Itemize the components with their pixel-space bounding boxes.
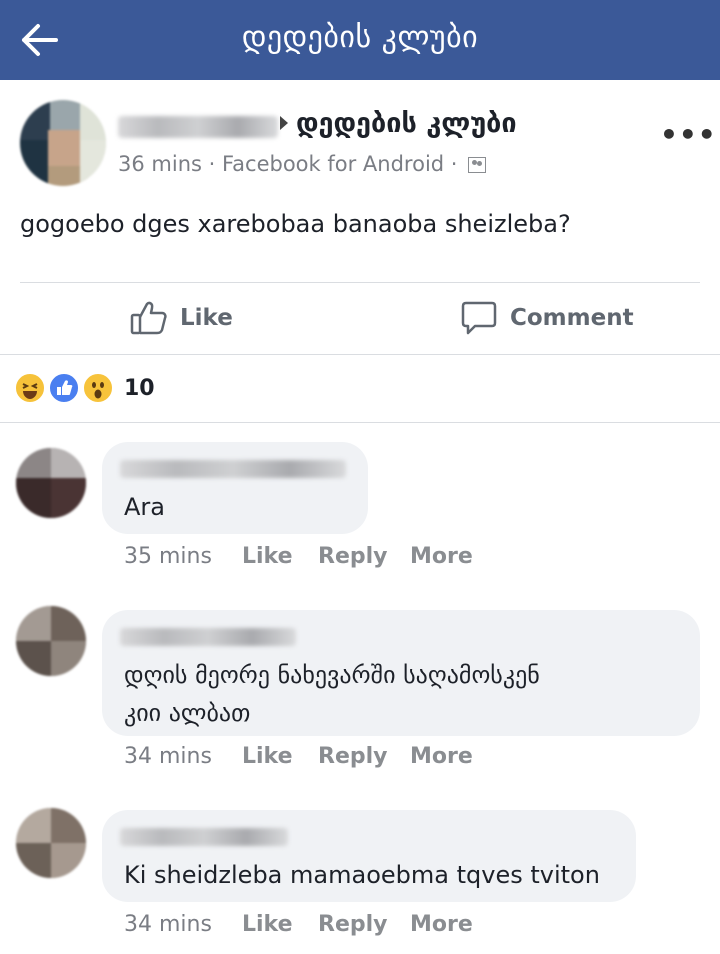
divider bbox=[0, 422, 720, 423]
divider bbox=[0, 354, 720, 355]
comment-like-button[interactable]: Like bbox=[242, 544, 293, 569]
commenter-avatar[interactable] bbox=[16, 448, 86, 518]
reactions-summary[interactable]: 10 bbox=[14, 370, 214, 406]
commenter-name-blurred[interactable] bbox=[120, 628, 296, 646]
more-dots-icon[interactable]: ••• bbox=[660, 118, 717, 151]
comment-text-line-1: დღის მეორე ნახევარში საღამოსკენ bbox=[124, 661, 540, 689]
reaction-count: 10 bbox=[124, 376, 155, 401]
comment-text-line-2: კიი ალბათ bbox=[124, 699, 251, 727]
comment-bubble[interactable]: დღის მეორე ნახევარში საღამოსკენ კიი ალბა… bbox=[102, 610, 700, 736]
page-title: დედების კლუბი bbox=[241, 20, 479, 55]
commenter-avatar[interactable] bbox=[16, 606, 86, 676]
post-author-avatar[interactable] bbox=[20, 100, 106, 186]
comment-reply-button[interactable]: Reply bbox=[318, 912, 388, 937]
comment-reply-button[interactable]: Reply bbox=[318, 744, 388, 769]
commenter-name-blurred[interactable] bbox=[120, 460, 346, 478]
post-author-name-blurred[interactable] bbox=[118, 116, 278, 138]
like-reaction-icon bbox=[48, 372, 80, 404]
comment-bubble-icon bbox=[461, 301, 497, 335]
thumbs-up-icon bbox=[130, 301, 167, 335]
comment-more-button[interactable]: More bbox=[410, 744, 473, 769]
shared-to-arrow-icon bbox=[280, 116, 288, 130]
like-button[interactable]: Like bbox=[130, 296, 233, 340]
friends-icon bbox=[468, 157, 487, 173]
comment-time[interactable]: 34 mins bbox=[124, 744, 212, 769]
divider bbox=[20, 282, 700, 283]
post-group-name[interactable]: დედების კლუბი bbox=[296, 108, 517, 139]
commenter-name-blurred[interactable] bbox=[120, 828, 288, 846]
post-time[interactable]: 36 mins bbox=[118, 152, 202, 176]
comment-button-label: Comment bbox=[510, 305, 634, 331]
comment-text: Ki sheidzleba mamaoebma tqves tviton bbox=[124, 861, 600, 889]
comment-like-button[interactable]: Like bbox=[242, 912, 293, 937]
comment-reply-button[interactable]: Reply bbox=[318, 544, 388, 569]
comment-time[interactable]: 35 mins bbox=[124, 544, 212, 569]
comment-more-button[interactable]: More bbox=[410, 912, 473, 937]
haha-reaction-icon bbox=[14, 372, 46, 404]
top-app-bar: დედების კლუბი bbox=[0, 0, 720, 80]
comment-bubble[interactable]: Ara bbox=[102, 442, 368, 534]
post-source: Facebook for Android bbox=[222, 152, 445, 176]
commenter-avatar[interactable] bbox=[16, 808, 86, 878]
comment-button[interactable]: Comment bbox=[460, 296, 634, 340]
comment-bubble[interactable]: Ki sheidzleba mamaoebma tqves tviton bbox=[102, 810, 636, 902]
post-meta: 36 mins · Facebook for Android · bbox=[118, 152, 487, 176]
comment-text: Ara bbox=[124, 493, 165, 521]
like-button-label: Like bbox=[180, 305, 233, 331]
comment-like-button[interactable]: Like bbox=[242, 744, 293, 769]
comment-time[interactable]: 34 mins bbox=[124, 912, 212, 937]
comment-more-button[interactable]: More bbox=[410, 544, 473, 569]
post-text: gogoebo dges xarebobaa banaoba sheizleba… bbox=[20, 210, 571, 238]
wow-reaction-icon bbox=[82, 372, 114, 404]
